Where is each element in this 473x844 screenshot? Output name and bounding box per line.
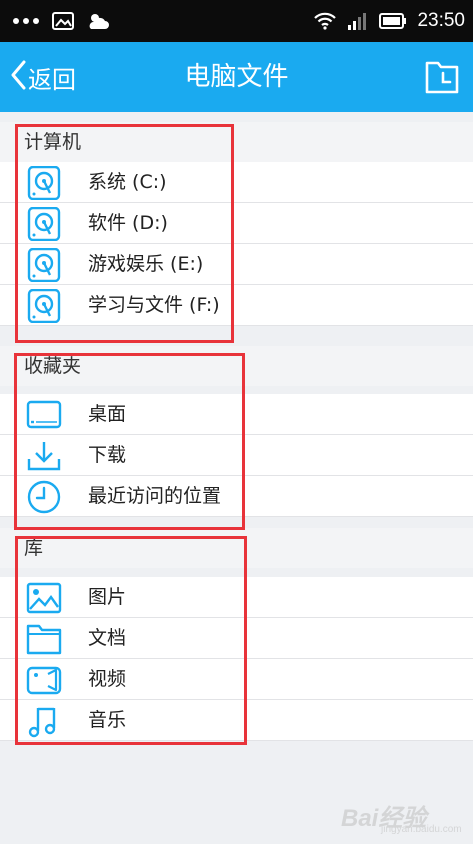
title-bar: 返回 电脑文件 (0, 42, 473, 112)
status-time: 23:50 (417, 10, 465, 31)
list-item-label: 桌面 (88, 403, 127, 425)
list-item-downloads[interactable]: 下载 (0, 435, 473, 476)
list-item-videos[interactable]: 视频 (0, 659, 473, 700)
wifi-icon (313, 11, 337, 31)
watermark: Bai经验 jingyan.baidu.com (341, 796, 462, 836)
list-item-label: 游戏娱乐 (E:) (88, 253, 204, 275)
list-item-drive-c[interactable]: 系统 (C:) (0, 162, 473, 203)
list-item-label: 系统 (C:) (88, 171, 167, 193)
list-item-label: 文档 (88, 627, 127, 649)
drive-icon (26, 248, 62, 282)
file-browser: 计算机 系统 (C:) 软件 (D:) 游戏娱乐 (E:) 学习与文件 (F:)… (0, 112, 473, 844)
history-icon (423, 61, 461, 100)
section-header-favorites: 收藏夹 (0, 346, 473, 386)
download-icon (26, 439, 62, 473)
list-item-documents[interactable]: 文档 (0, 618, 473, 659)
music-icon (26, 704, 62, 738)
list-item-pictures[interactable]: 图片 (0, 577, 473, 618)
list-item-music[interactable]: 音乐 (0, 700, 473, 741)
clock-icon (26, 480, 62, 514)
more-dots-icon (12, 17, 40, 25)
desktop-icon (26, 398, 62, 432)
list-item-label: 下载 (88, 444, 127, 466)
list-item-drive-f[interactable]: 学习与文件 (F:) (0, 285, 473, 326)
list-item-label: 最近访问的位置 (88, 485, 222, 507)
picture-icon (26, 581, 62, 615)
list-item-drive-d[interactable]: 软件 (D:) (0, 203, 473, 244)
signal-icon (347, 11, 369, 31)
list-item-desktop[interactable]: 桌面 (0, 394, 473, 435)
battery-icon (379, 12, 407, 30)
list-item-label: 学习与文件 (F:) (88, 294, 220, 316)
chevron-left-icon (10, 60, 26, 94)
watermark-url: jingyan.baidu.com (381, 824, 462, 835)
video-icon (26, 663, 62, 697)
history-button[interactable] (423, 58, 461, 96)
back-button[interactable]: 返回 (10, 57, 76, 97)
back-label: 返回 (28, 66, 76, 94)
list-item-label: 音乐 (88, 709, 127, 731)
list-item-drive-e[interactable]: 游戏娱乐 (E:) (0, 244, 473, 285)
drive-icon (26, 289, 62, 323)
list-item-label: 视频 (88, 668, 127, 690)
section-header-library: 库 (0, 528, 473, 568)
folder-icon (26, 622, 62, 656)
section-header-computer: 计算机 (0, 122, 473, 162)
drive-icon (26, 166, 62, 200)
list-item-label: 图片 (88, 586, 127, 608)
list-item-label: 软件 (D:) (88, 212, 168, 234)
list-item-recent[interactable]: 最近访问的位置 (0, 476, 473, 517)
status-bar: 23:50 (0, 0, 473, 42)
drive-icon (26, 207, 62, 241)
weather-icon (86, 11, 110, 31)
image-icon (52, 12, 74, 30)
